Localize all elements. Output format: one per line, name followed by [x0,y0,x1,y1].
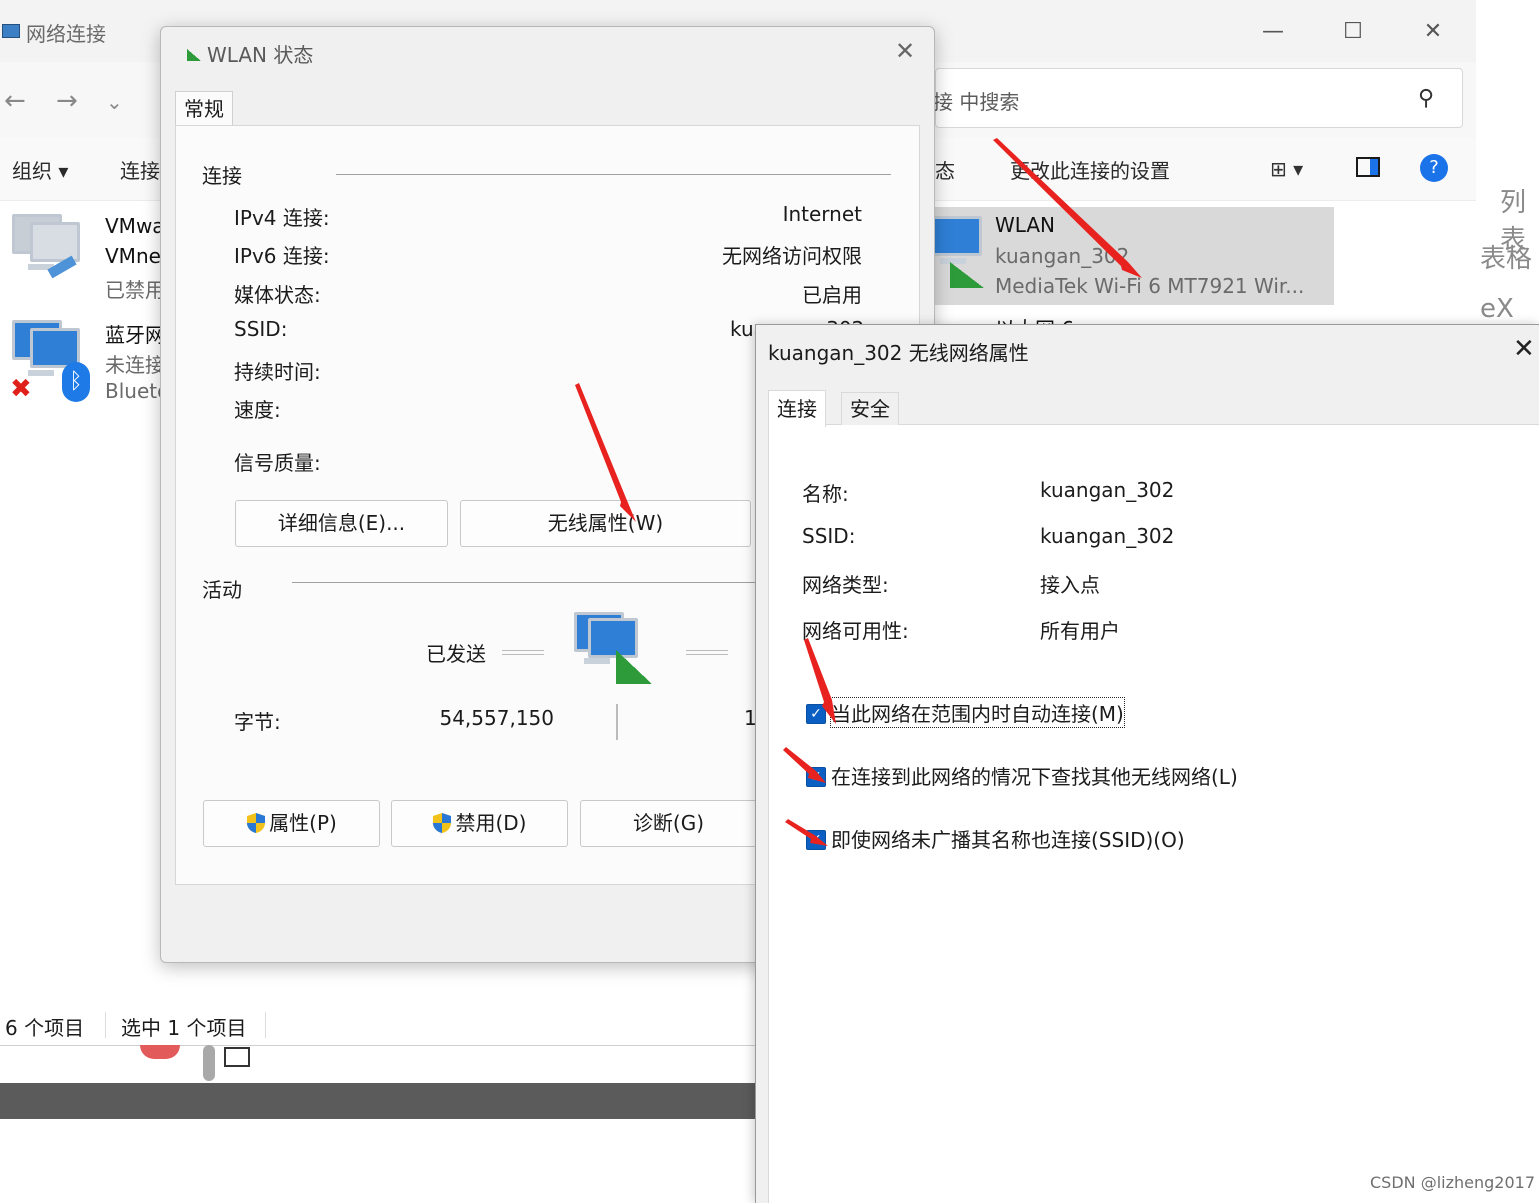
wlan-ssid: kuangan_302 [995,244,1130,268]
network-type-value: 接入点 [1040,573,1100,597]
search-input[interactable]: 接 中搜索 [933,86,1019,115]
wifi-signal-icon [187,49,201,61]
ipv6-label: IPv6 连接: [234,244,330,268]
close-icon[interactable]: ✕ [1513,334,1535,364]
item-count: 6 个项目 [5,1016,85,1040]
media-state-value: 已启用 [802,283,862,307]
bytes-sent-value: 54,557,150 [439,706,554,730]
close-window-button[interactable]: ✕ [1413,16,1453,48]
media-state-label: 媒体状态: [234,283,321,307]
ethernet-item-partial: 以太网 6 [995,313,1074,324]
uac-shield-icon [246,805,266,833]
network-adapter-icon [10,212,80,282]
uac-shield-icon [432,805,452,833]
connect-hidden-ssid-label[interactable]: 即使网络未广播其名称也连接(SSID)(O) [831,824,1185,853]
scroll-handle[interactable] [203,1045,215,1081]
section-divider [336,174,891,175]
activity-line [502,650,544,655]
speed-label: 速度: [234,398,281,422]
disable-label: 禁用(D) [455,811,527,835]
connect-hidden-ssid-checkbox[interactable]: ✓ [806,830,826,850]
minimize-button[interactable]: — [1253,16,1293,48]
wifi-signal-icon [616,650,652,684]
ipv6-value: 无网络访问权限 [722,244,862,268]
view-status-button[interactable]: 态 [935,155,955,184]
preview-pane-icon[interactable] [1356,157,1380,177]
watermark: CSDN @lizheng2017 [1370,1173,1535,1192]
name-label: 名称: [802,482,849,506]
help-icon[interactable]: ? [1420,154,1448,182]
ipv4-label: IPv4 连接: [234,206,330,230]
status-divider [105,1012,106,1038]
selected-count: 选中 1 个项目 [121,1016,247,1040]
disable-button[interactable]: 禁用(D) [391,800,568,847]
explorer-title: 网络连接 [26,22,106,46]
bluetooth-adapter-status: 未连接 [105,353,165,377]
look-for-other-networks-checkbox[interactable]: ✓ [806,767,826,787]
wlan-adapter-model: MediaTek Wi-Fi 6 MT7921 Wir... [995,274,1305,298]
name-value: kuangan_302 [1040,478,1175,502]
ssid-label: SSID: [234,317,288,341]
vmware-adapter-name[interactable]: VMwa [105,214,165,238]
background-app-edge [1476,0,1539,330]
dialog-title: WLAN 状态 [207,43,314,67]
sent-label: 已发送 [426,642,486,666]
activity-computer-icon [572,610,652,684]
search-icon[interactable]: ⚲ [1418,86,1434,111]
details-button[interactable]: 详细信息(E)... [235,500,448,547]
notification-badge [140,1045,180,1059]
tab-security[interactable]: 安全 [841,392,899,425]
organize-menu[interactable]: 组织 ▾ [12,155,68,184]
diagnose-button[interactable]: 诊断(G) [580,800,757,847]
maximize-button[interactable]: ☐ [1333,16,1373,48]
view-options-icon[interactable]: ⊞ ▾ [1270,157,1303,181]
connection-section-label: 连接 [202,164,242,188]
bluetooth-icon: ᛒ [62,362,90,402]
dark-bar [0,1083,755,1119]
ssid-value: kuangan_302 [1040,524,1175,548]
disconnected-x-icon: ✖ [10,374,32,404]
dialog-title: kuangan_302 无线网络属性 [768,341,1029,365]
network-type-label: 网络类型: [802,573,889,597]
back-arrow-icon[interactable]: ← [4,86,26,116]
signal-quality-label: 信号质量: [234,451,321,475]
properties-label: 属性(P) [269,811,337,835]
wlan-adapter-name: WLAN [995,213,1056,237]
forward-arrow-icon[interactable]: → [56,86,78,116]
ssid-label: SSID: [802,524,856,548]
status-bar [0,1005,755,1045]
look-for-other-networks-label[interactable]: 在连接到此网络的情况下查找其他无线网络(L) [831,761,1238,790]
properties-button[interactable]: 属性(P) [203,800,380,847]
wifi-signal-icon [950,262,984,288]
network-availability-label: 网络可用性: [802,619,909,643]
recent-chevron-down-icon[interactable]: ⌄ [106,90,123,114]
duration-label: 持续时间: [234,360,321,384]
auto-connect-label[interactable]: 当此网络在范围内时自动连接(M) [830,697,1125,728]
desktop-icon [224,1047,250,1067]
activity-section-label: 活动 [202,578,242,602]
status-divider [265,1012,266,1038]
network-availability-value: 所有用户 [1040,619,1120,643]
bluetooth-adapter-icon: ✖ ᛒ [10,318,90,404]
bg-text-table: 表格 [1480,244,1533,274]
vmware-adapter-name2: VMne [105,244,161,268]
activity-line [686,650,728,655]
bytes-label: 字节: [234,710,281,734]
tab-general[interactable]: 常规 [175,91,233,126]
vmware-adapter-status: 已禁用 [105,278,165,302]
change-settings-button[interactable]: 更改此连接的设置 [1010,155,1170,184]
ipv4-value: Internet [782,202,862,226]
wireless-properties-button[interactable]: 无线属性(W) [460,500,751,547]
network-folder-icon [2,24,20,38]
connect-to-button[interactable]: 连接 [120,155,160,184]
wlan-adapter-icon [932,214,1002,288]
auto-connect-checkbox[interactable]: ✓ [806,704,826,724]
bluetooth-adapter-name[interactable]: 蓝牙网 [105,319,165,348]
activity-divider [616,704,618,740]
close-icon[interactable]: ✕ [895,37,915,65]
tab-connection[interactable]: 连接 [768,390,826,427]
